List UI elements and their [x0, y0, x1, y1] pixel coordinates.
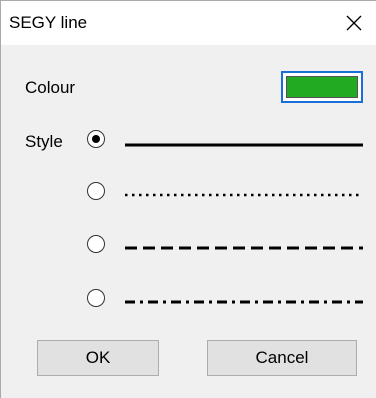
style-radio-dotted[interactable]: [87, 182, 105, 200]
line-sample-solid: [125, 142, 363, 148]
close-icon: [346, 15, 362, 31]
line-sample-dotted: [125, 192, 363, 198]
dialog-title: SEGY line: [9, 13, 88, 32]
style-radio-solid[interactable]: [87, 130, 105, 148]
line-sample-dashed: [125, 245, 363, 251]
colour-swatch-button[interactable]: [281, 71, 363, 103]
cancel-button[interactable]: Cancel: [207, 340, 357, 376]
segy-line-dialog: SEGY line Colour Style OK Cancel: [0, 0, 376, 398]
close-button[interactable]: [337, 7, 371, 39]
style-radio-dash-dot[interactable]: [87, 289, 105, 307]
style-radio-dashed[interactable]: [87, 235, 105, 253]
ok-button[interactable]: OK: [37, 340, 159, 376]
title-bar: SEGY line: [1, 1, 376, 45]
colour-label: Colour: [25, 78, 76, 97]
colour-swatch-fill: [286, 76, 358, 98]
line-sample-dash-dot: [125, 299, 363, 305]
style-label: Style: [25, 132, 63, 151]
